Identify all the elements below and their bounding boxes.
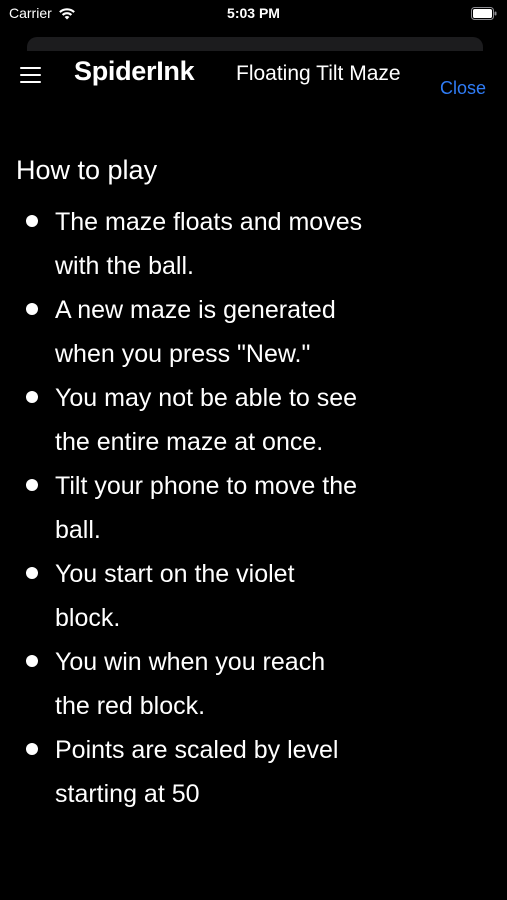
bullet-icon xyxy=(26,567,38,579)
status-time: 5:03 PM xyxy=(227,5,280,21)
list-item: You start on the violet block. xyxy=(16,552,365,640)
list-item: A new maze is generated when you press "… xyxy=(16,288,365,376)
bullet-icon xyxy=(26,303,38,315)
screen: Carrier 5:03 PM SpiderInk Floating Tilt … xyxy=(0,0,507,900)
sheet-top-edge xyxy=(27,37,483,51)
close-button[interactable]: Close xyxy=(440,78,486,99)
list-item: The maze floats and moves with the ball. xyxy=(16,200,365,288)
list-item: Tilt your phone to move the ball. xyxy=(16,464,365,552)
list-item: Points are scaled by level starting at 5… xyxy=(16,728,365,816)
bullet-icon xyxy=(26,743,38,755)
bullet-icon xyxy=(26,391,38,403)
rule-text: You may not be able to see the entire ma… xyxy=(55,384,358,456)
rule-text: Tilt your phone to move the ball. xyxy=(55,472,358,544)
instructions-content: How to play The maze floats and moves wi… xyxy=(16,152,491,816)
hamburger-menu-icon[interactable] xyxy=(20,67,41,85)
page-title: Floating Tilt Maze xyxy=(236,62,401,85)
nav-bar: SpiderInk Floating Tilt Maze Close xyxy=(0,52,507,112)
list-item: You win when you reach the red block. xyxy=(16,640,365,728)
list-item: You may not be able to see the entire ma… xyxy=(16,376,365,464)
status-bar: Carrier 5:03 PM xyxy=(0,0,507,30)
battery-icon xyxy=(471,7,497,20)
rule-text: You win when you reach the red block. xyxy=(55,648,326,720)
rule-text: The maze floats and moves with the ball. xyxy=(55,208,363,280)
bullet-icon xyxy=(26,479,38,491)
rule-text: You start on the violet block. xyxy=(55,560,295,632)
bullet-icon xyxy=(26,215,38,227)
brand-logo: SpiderInk xyxy=(74,56,195,86)
rule-text: A new maze is generated when you press "… xyxy=(55,296,336,368)
rule-text: Points are scaled by level starting at 5… xyxy=(55,736,339,808)
how-to-play-heading: How to play xyxy=(16,155,158,185)
bullet-icon xyxy=(26,655,38,667)
rules-list: The maze floats and moves with the ball.… xyxy=(16,200,491,816)
